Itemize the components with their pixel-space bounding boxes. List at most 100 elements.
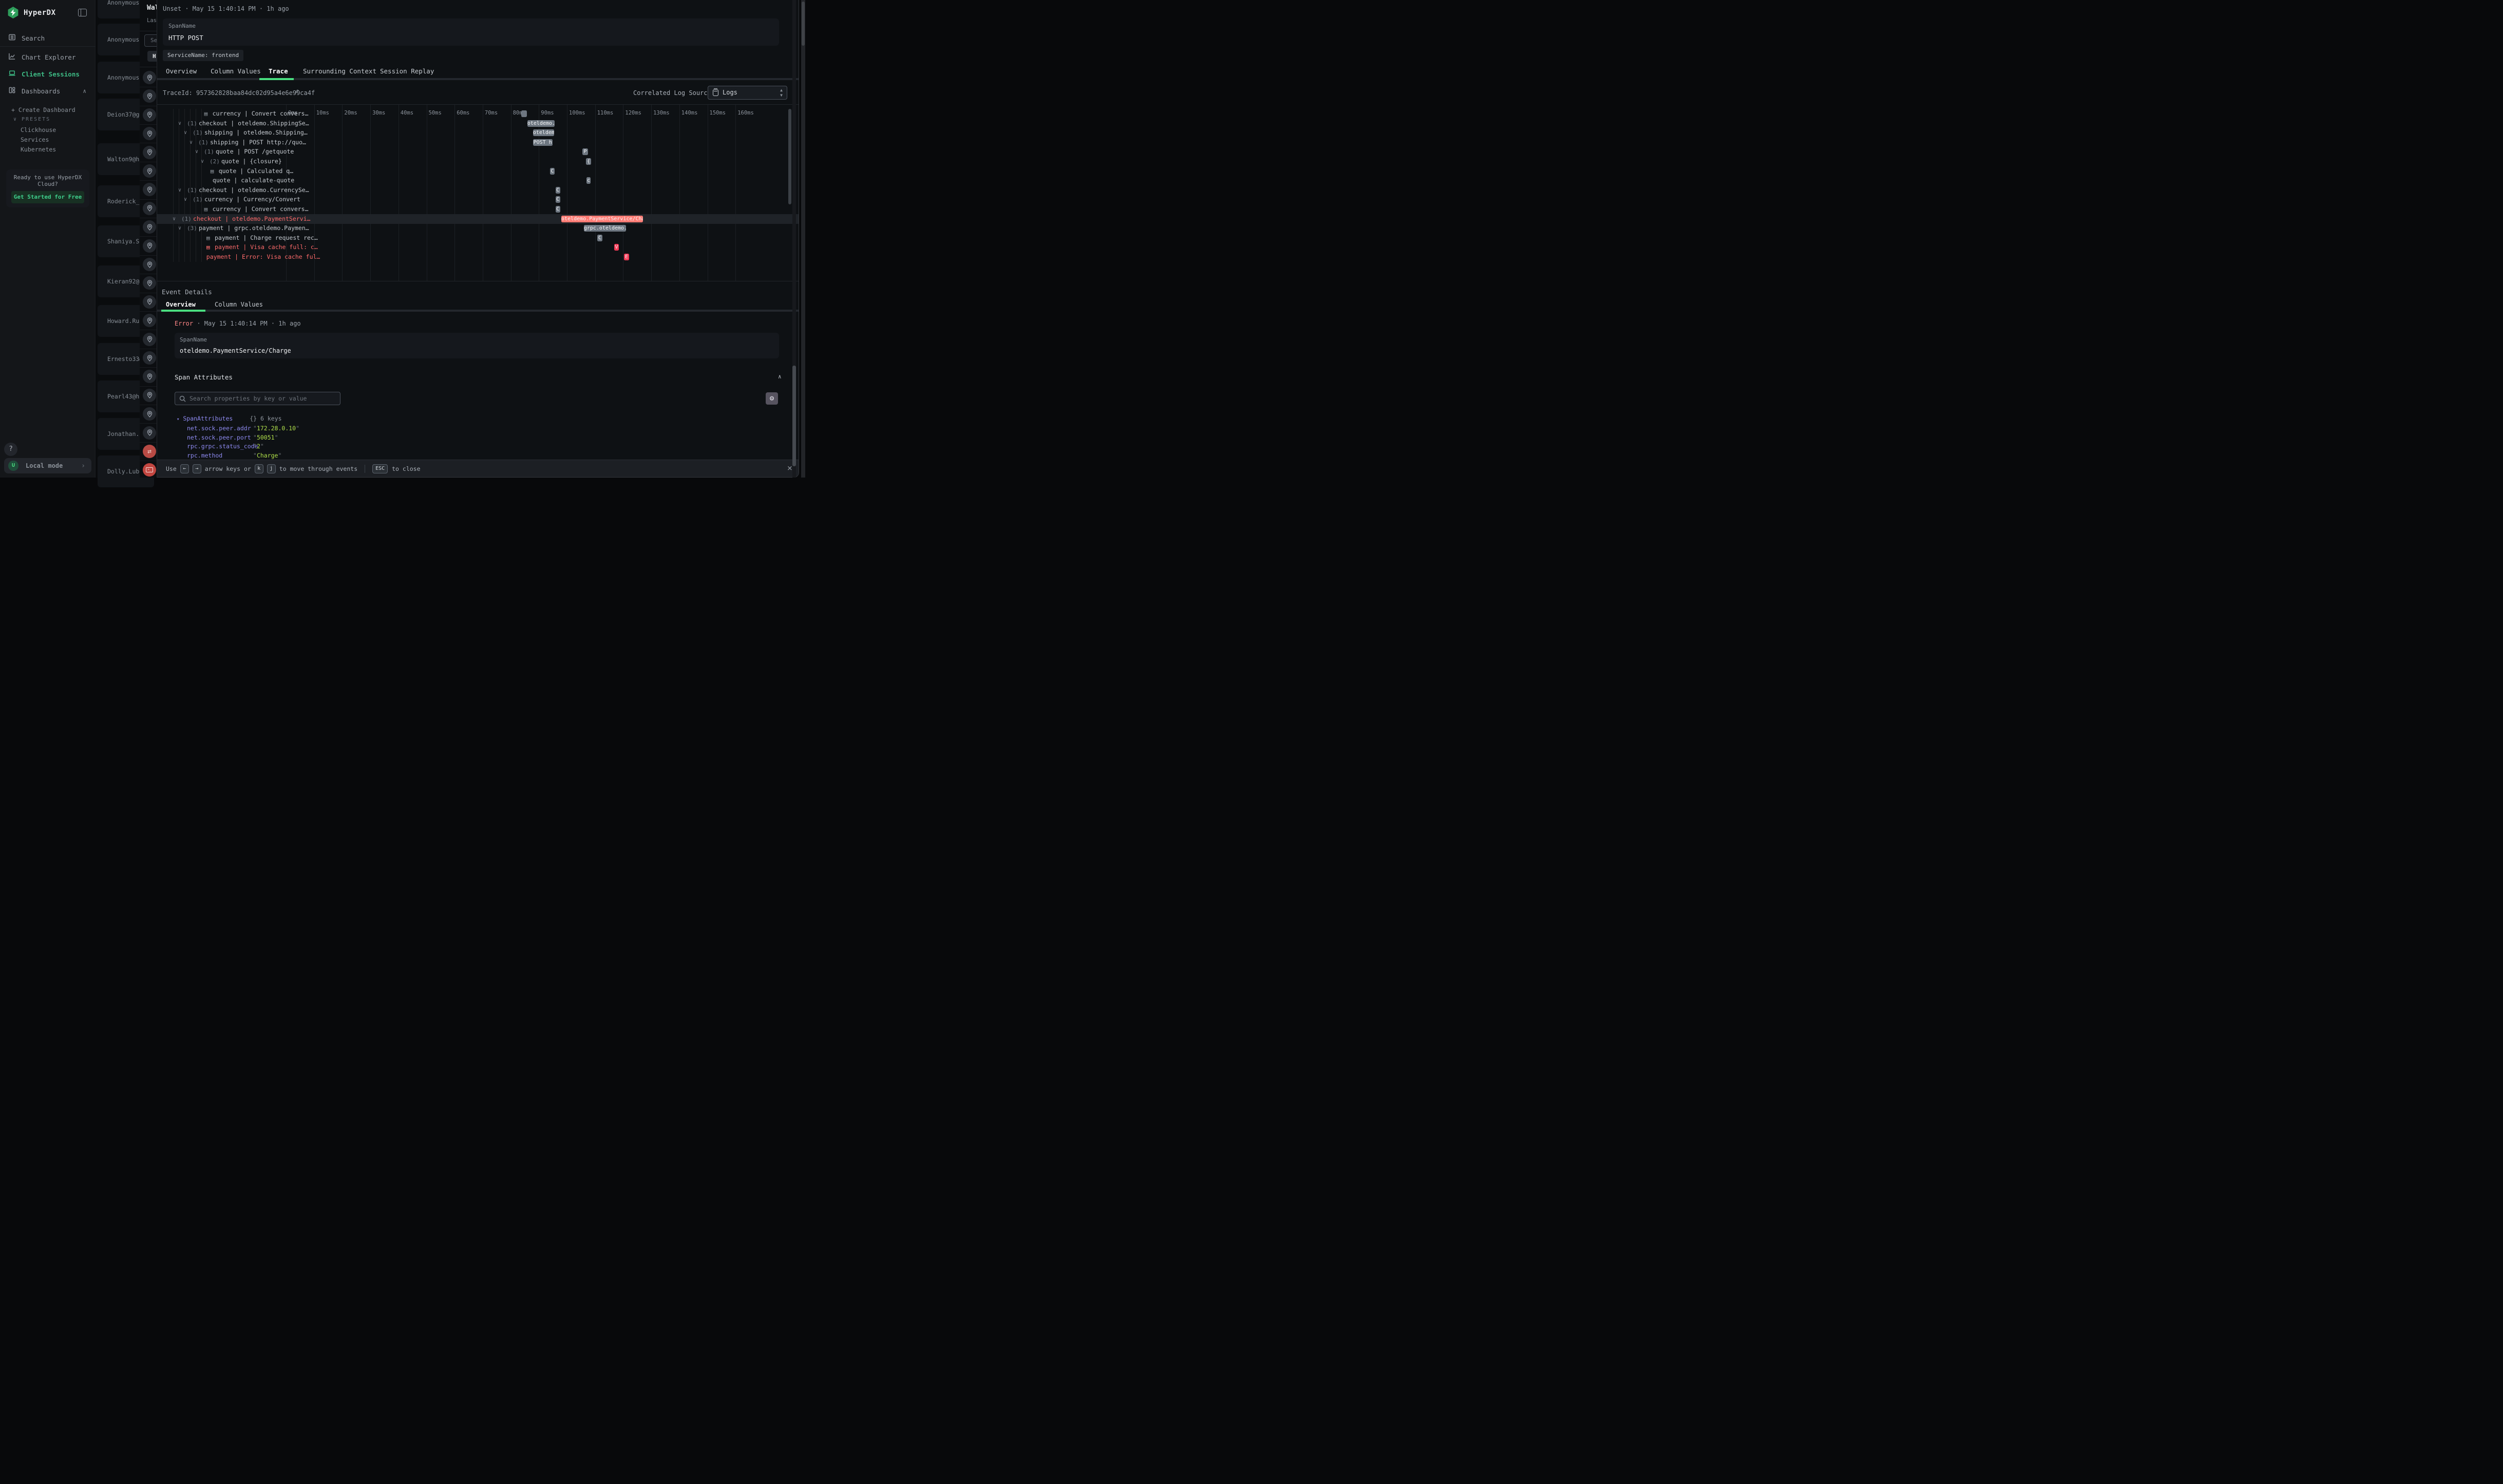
event-location-pin-icon[interactable] [143,220,156,234]
event-location-pin-icon[interactable] [143,127,156,140]
esc-key[interactable]: ESC [372,464,388,473]
trace-tree-row[interactable]: ▤quote | Calculated q…C [157,166,799,176]
event-swap-arrows-icon[interactable]: ⇄ [143,445,156,458]
attribute-value[interactable]: 2 [253,443,264,450]
page-scrollbar-thumb[interactable] [802,2,805,46]
tab-overview[interactable]: Overview [166,67,197,75]
trace-tree-row[interactable]: ▤payment | Charge request rec…C [157,233,799,243]
chevron-down-icon[interactable]: ∨ [178,185,181,195]
span-duration-bar[interactable]: POST h [533,139,553,146]
span-duration-bar[interactable]: E [624,254,629,260]
logo[interactable]: HyperDX [7,7,56,18]
local-mode-menu[interactable]: U Local mode › [4,458,91,473]
event-location-pin-icon[interactable] [143,71,156,84]
trace-tree-row[interactable]: payment | Error: Visa cache ful…E [157,252,799,262]
event-location-pin-icon[interactable] [143,426,156,440]
close-icon[interactable]: × [787,463,792,473]
event-details-tab-overview[interactable]: Overview [166,301,196,308]
event-location-pin-icon[interactable] [143,407,156,421]
event-location-pin-icon[interactable] [143,89,156,103]
event-location-pin-icon[interactable] [143,183,156,196]
waterfall-scrollbar-thumb[interactable] [788,109,791,204]
create-dashboard-button[interactable]: + Create Dashboard [11,106,75,113]
preset-link-clickhouse[interactable]: Clickhouse [21,126,56,134]
gear-icon[interactable]: ⚙ [766,392,778,405]
preset-link-services[interactable]: Services [21,136,49,143]
event-location-pin-icon[interactable] [143,239,156,253]
trace-tree-row[interactable]: ∨(1)quote | POST /getquoteP [157,147,799,157]
span-duration-bar[interactable]: grpc.oteldemo. [584,225,626,232]
tab-trace[interactable]: Trace [269,67,288,75]
tab-session-replay[interactable]: Session Replay [380,67,434,75]
event-details-tab-column-values[interactable]: Column Values [215,301,263,308]
span-duration-bar[interactable]: C [556,206,560,213]
j-key[interactable]: j [267,464,276,473]
attribute-value[interactable]: Charge [253,452,281,459]
attribute-value[interactable]: 50051 [253,434,278,441]
span-duration-bar[interactable]: C [550,168,555,175]
collapse-section-icon[interactable]: ∧ [778,373,782,380]
chevron-down-icon[interactable]: ∨ [184,195,187,204]
preset-link-kubernetes[interactable]: Kubernetes [21,146,56,153]
span-duration-bar[interactable]: oteldem [533,129,555,136]
event-terminal-icon[interactable]: >_ [143,463,156,477]
attribute-key[interactable]: rpc.grpc.status_code [187,443,258,450]
span-duration-bar[interactable]: C [597,235,602,241]
span-duration-bar[interactable] [521,110,527,117]
help-button[interactable]: ? [4,443,17,456]
trace-tree-row[interactable]: ∨(1)checkout | oteldemo.PaymentServi…ote… [157,214,799,224]
attribute-key[interactable]: rpc.method [187,452,222,459]
chevron-down-icon[interactable]: ∨ [173,214,176,224]
tab-column-values[interactable]: Column Values [211,67,261,75]
event-location-pin-icon[interactable] [143,276,156,290]
presets-toggle[interactable]: ∨ PRESETS [13,117,50,122]
event-location-pin-icon[interactable] [143,295,156,309]
trace-tree-row[interactable]: ∨(1)checkout | oteldemo.CurrencySe…C [157,185,799,195]
chevron-down-icon[interactable]: ∨ [195,147,198,157]
trace-tree-row[interactable]: ▤payment | Visa cache full: c…V [157,242,799,252]
attributes-search-input[interactable]: Search properties by key or value [175,392,340,405]
trace-tree-row[interactable]: ∨(3)payment | grpc.oteldemo.Paymen…grpc.… [157,223,799,233]
event-location-pin-icon[interactable] [143,258,156,271]
span-duration-bar[interactable]: C [556,196,560,203]
chevron-down-icon[interactable]: ∨ [178,223,181,233]
session-filter-button[interactable]: H [147,51,157,62]
arrow-right-key[interactable]: → [193,464,201,473]
trace-tree-row[interactable]: ∨(1)currency | Currency/ConvertC [157,195,799,204]
trace-tree-row[interactable]: ∨(2)quote | {closure}{ [157,157,799,166]
chevron-down-icon[interactable]: ∨ [189,138,193,147]
event-location-pin-icon[interactable] [143,202,156,215]
attributes-root-node[interactable]: ▾ SpanAttributes {} 6 keys [177,415,282,422]
trace-tree-row[interactable]: ▤currency | Convert convers… [157,109,799,119]
trace-tree-row[interactable]: ∨(1)checkout | oteldemo.ShippingSe…oteld… [157,119,799,128]
span-duration-bar[interactable]: P [582,148,588,155]
sidebar-item-client-sessions[interactable]: Client Sessions [0,66,96,82]
chevron-down-icon[interactable]: ∨ [178,119,181,128]
trace-tree-row[interactable]: ▤currency | Convert convers…C [157,204,799,214]
event-location-pin-icon[interactable] [143,370,156,383]
sidebar-collapse-icon[interactable] [78,9,87,16]
span-duration-bar[interactable]: V [614,244,619,251]
span-duration-bar[interactable]: C [556,187,560,194]
trace-tree-row[interactable]: quote | calculate-quotec [157,176,799,185]
chevron-down-icon[interactable]: ∨ [201,157,204,166]
event-location-pin-icon[interactable] [143,108,156,122]
get-started-button[interactable]: Get Started for Free [11,191,84,203]
log-source-select[interactable]: Logs ▲▼ [708,86,787,100]
chevron-down-icon[interactable]: ∨ [184,128,187,138]
event-location-pin-icon[interactable] [143,389,156,402]
span-duration-bar[interactable]: { [586,158,591,165]
span-duration-bar[interactable]: oteldemo. [527,120,555,127]
tab-surrounding-context[interactable]: Surrounding Context [303,67,376,75]
sidebar-item-search[interactable]: Search [0,30,96,46]
event-location-pin-icon[interactable] [143,314,156,327]
span-duration-bar[interactable]: c [586,177,591,184]
drawer-scrollbar-thumb[interactable] [792,366,796,466]
event-location-pin-icon[interactable] [143,333,156,346]
attribute-key[interactable]: net.sock.peer.addr [187,425,251,432]
sidebar-item-dashboards[interactable]: Dashboards∧ [0,83,96,99]
trace-tree-row[interactable]: ∨(1)shipping | POST http://quo…POST h [157,138,799,147]
attribute-value[interactable]: 172.28.0.10 [253,425,299,432]
sidebar-item-chart-explorer[interactable]: Chart Explorer [0,49,96,65]
session-search-input[interactable]: Sea [144,34,157,47]
